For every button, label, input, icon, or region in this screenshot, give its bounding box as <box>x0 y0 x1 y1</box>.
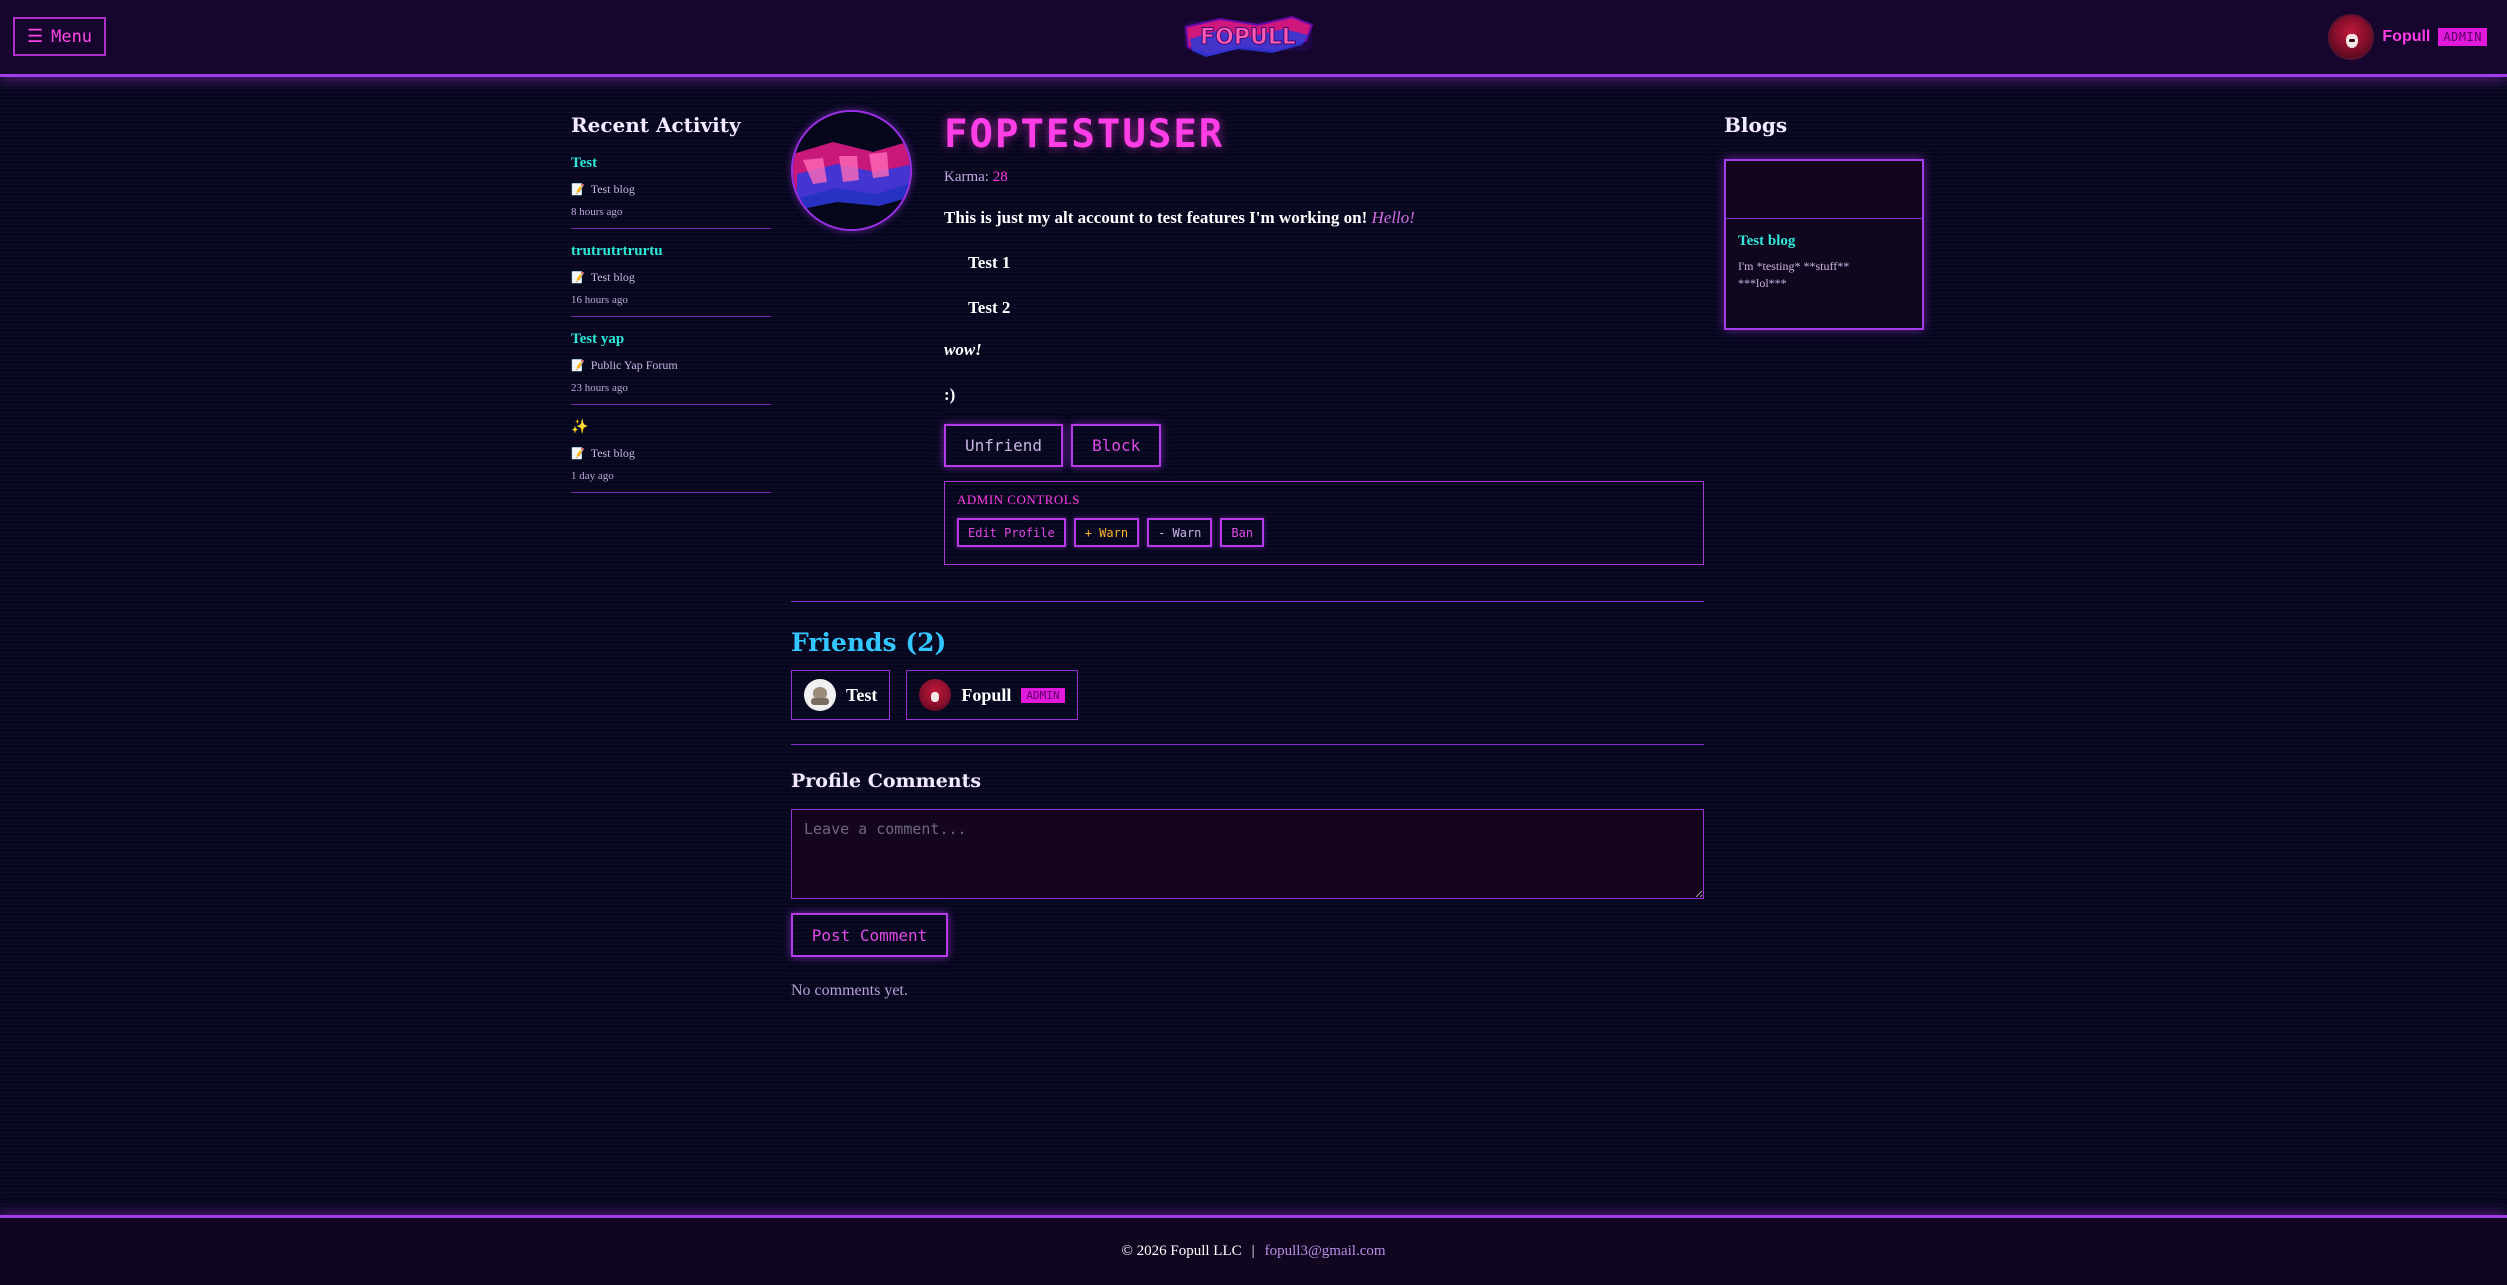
hamburger-icon: ☰ <box>26 26 44 47</box>
menu-button[interactable]: ☰ Menu <box>13 17 106 56</box>
document-icon: 📝 <box>571 272 585 284</box>
friend-name: Fopull <box>961 684 1012 705</box>
activity-title[interactable]: trutrutrtrurtu <box>571 243 771 263</box>
recent-activity-title: Recent Activity <box>571 113 741 137</box>
list-item[interactable]: Test yap 📝 Public Yap Forum 23 hours ago <box>571 317 771 405</box>
list-item[interactable]: trutrutrtrurtu 📝 Test blog 16 hours ago <box>571 229 771 317</box>
avatar <box>804 679 836 711</box>
top-header: ☰ Menu FOPULL Fopull ADMIN <box>0 0 2507 77</box>
bio-list-item: Test 1 <box>968 253 1011 272</box>
activity-time: 16 hours ago <box>571 294 628 306</box>
divider <box>791 744 1704 745</box>
blog-cover <box>1726 161 1922 219</box>
add-warn-button[interactable]: + Warn <box>1073 518 1140 547</box>
document-icon: 📝 <box>571 360 585 372</box>
block-button[interactable]: Block <box>1071 424 1162 467</box>
friend-card[interactable]: Fopull ADMIN <box>906 670 1078 720</box>
comments-title: Profile Comments <box>791 770 982 792</box>
blog-card[interactable]: Test blog I'm *testing* **stuff** ***lol… <box>1724 159 1924 330</box>
list-item[interactable]: ✨ 📝 Test blog 1 day ago <box>571 405 771 493</box>
activity-source: Test blog <box>590 446 635 460</box>
ban-button[interactable]: Ban <box>1220 518 1265 547</box>
profile-actions: Unfriend Block <box>944 424 1704 467</box>
bio-list: Test 1 Test 2 <box>944 253 1704 318</box>
post-comment-button[interactable]: Post Comment <box>791 913 948 957</box>
footer: © 2026 Fopull LLC | fopull3@gmail.com <box>0 1215 2507 1285</box>
friend-name: Test <box>846 684 878 705</box>
karma: Karma: 28 <box>944 169 1008 185</box>
activity-time: 1 day ago <box>571 470 614 482</box>
friends-title: Friends (2) <box>791 628 947 657</box>
menu-label: Menu <box>51 26 93 47</box>
profile-info: FOPTESTUSER Karma: 28 This is just my al… <box>944 110 1704 565</box>
karma-value: 28 <box>992 169 1008 185</box>
activity-source: Test blog <box>590 182 635 196</box>
comment-input[interactable] <box>791 809 1704 899</box>
site-logo[interactable]: FOPULL <box>1180 13 1316 60</box>
admin-controls: ADMIN CONTROLS Edit Profile + Warn - War… <box>944 481 1704 565</box>
blog-excerpt: I'm *testing* **stuff** ***lol*** <box>1738 259 1850 290</box>
list-item[interactable]: Test 📝 Test blog 8 hours ago <box>571 149 771 229</box>
edit-profile-button[interactable]: Edit Profile <box>957 518 1066 547</box>
unfriend-button[interactable]: Unfriend <box>944 424 1064 467</box>
current-user-name[interactable]: Fopull <box>2382 28 2430 46</box>
admin-controls-title: ADMIN CONTROLS <box>957 492 1080 507</box>
remove-warn-button[interactable]: - Warn <box>1147 518 1213 547</box>
emoji-icon: ✨ <box>571 420 589 435</box>
activity-list: Test 📝 Test blog 8 hours ago trutrutrtrur… <box>571 149 771 493</box>
admin-badge: ADMIN <box>2438 28 2487 46</box>
footer-separator: | <box>1251 1243 1255 1259</box>
profile-avatar <box>791 110 912 231</box>
activity-title[interactable]: Test yap <box>571 331 771 351</box>
friends-list: Test Fopull ADMIN <box>791 670 1078 720</box>
bio-text: This is just my alt account to test feat… <box>944 208 1415 227</box>
admin-badge: ADMIN <box>1021 687 1065 703</box>
blog-title[interactable]: Test blog <box>1738 233 1910 250</box>
page-title: FOPTESTUSER <box>944 112 1225 157</box>
bio-wow: wow! <box>944 340 982 359</box>
bio-emphasis: Hello! <box>1371 208 1415 227</box>
document-icon: 📝 <box>571 184 585 196</box>
footer-email-link[interactable]: fopull3@gmail.com <box>1265 1243 1386 1260</box>
footer-copyright: © 2026 Fopull LLC <box>1121 1243 1242 1259</box>
avatar <box>919 679 952 711</box>
activity-source: Test blog <box>590 270 635 284</box>
bio-smile: :) <box>944 385 956 404</box>
logo-text: FOPULL <box>1200 25 1296 50</box>
activity-time: 8 hours ago <box>571 206 623 218</box>
no-comments-text: No comments yet. <box>791 982 908 999</box>
activity-title[interactable]: Test <box>571 155 771 175</box>
bio-list-item: Test 2 <box>968 298 1011 317</box>
activity-source: Public Yap Forum <box>590 358 678 372</box>
blogs-title: Blogs <box>1724 113 1788 137</box>
user-menu[interactable]: Fopull ADMIN <box>2328 14 2487 60</box>
activity-title[interactable]: ✨ <box>571 419 771 439</box>
activity-time: 23 hours ago <box>571 382 628 394</box>
avatar[interactable] <box>2328 14 2375 60</box>
blogs-panel: Blogs Test blog I'm *testing* **stuff** … <box>1724 113 1924 330</box>
friend-card[interactable]: Test <box>791 670 891 720</box>
recent-activity-panel: Recent Activity Test 📝 Test blog 8 hours … <box>571 113 771 493</box>
document-icon: 📝 <box>571 448 585 460</box>
divider <box>791 601 1704 602</box>
